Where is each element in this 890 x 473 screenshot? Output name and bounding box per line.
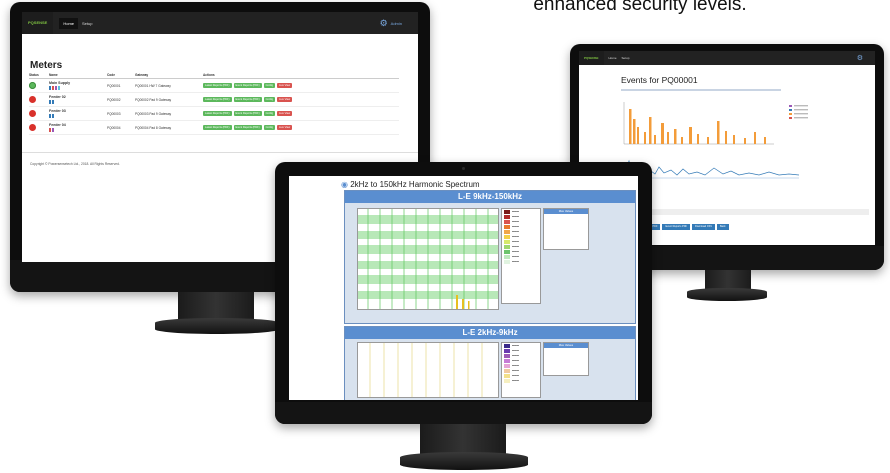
tag: ​ — [52, 114, 54, 118]
meter-gateway: PQ00004 Pad 8 Gateway — [135, 125, 172, 130]
live-view-button[interactable]: Live View — [277, 111, 293, 116]
table-row[interactable]: Feeder 03 ​​ PQ00003 PQ00003 Pad 9 Gatew… — [29, 107, 399, 121]
event-reports-button[interactable]: Event Reports (PDF) — [233, 125, 262, 130]
page-title: Meters — [30, 60, 63, 71]
events-bar-chart — [623, 102, 808, 145]
meter-gateway: PQ00001 HW 7 Gateway — [135, 83, 171, 88]
panel-2k-9k: L-E 2kHz-9kHz ▬▬▬ ▬▬▬ ▬▬▬ ▬▬▬ ▬▬▬ ▬▬▬ ▬▬… — [344, 326, 636, 400]
col-gateway: Gateway — [135, 73, 149, 77]
live-view-button[interactable]: Live View — [277, 125, 293, 130]
meter-gateway: PQ00002 Pad 9 Gateway — [135, 97, 172, 102]
user-icon[interactable]: ⚙ — [857, 54, 863, 62]
download-csv-button[interactable]: Download CSV — [692, 224, 715, 230]
meters-logo[interactable]: PQSENSE — [22, 12, 54, 34]
spectrum-plot — [357, 208, 499, 310]
monitor-harmonic: ◉ 2kHz to 150kHz Harmonic Spectrum L-E 9… — [275, 162, 652, 424]
tag: ​ — [49, 100, 51, 104]
status-alarm-icon — [29, 95, 36, 103]
live-view-button[interactable]: Live View — [277, 83, 293, 88]
harmonic-title-text: 2kHz to 150kHz Harmonic Spectrum — [350, 180, 480, 189]
user-menu[interactable]: Admin — [391, 21, 402, 26]
status-ok-icon — [29, 81, 36, 89]
config-button[interactable]: Config — [263, 111, 276, 116]
webcam — [462, 167, 465, 170]
status-alarm-icon — [29, 123, 36, 131]
back-button[interactable]: Back — [716, 224, 729, 230]
max-values-box: Max Values — [543, 208, 589, 250]
col-status: Status — [29, 73, 39, 77]
meter-code: PQ00002 — [107, 97, 121, 102]
max-values-box: Max Values — [543, 342, 589, 376]
live-view-button[interactable]: Live View — [277, 97, 293, 102]
spectrum-icon: ◉ — [341, 180, 348, 189]
monitor-harmonic-foot — [400, 452, 528, 470]
panel-title: L-E 9kHz-150kHz — [345, 191, 635, 203]
stats-header: Max Values — [544, 209, 588, 214]
harmonic-screen: ◉ 2kHz to 150kHz Harmonic Spectrum L-E 9… — [289, 176, 638, 400]
status-alarm-icon — [29, 109, 36, 117]
latest-reports-button[interactable]: Latest Reports (PDF) — [203, 125, 232, 130]
meter-name[interactable]: Main Supply — [49, 81, 70, 85]
meter-name[interactable]: Feeder 02 — [49, 95, 66, 99]
tag: ​ — [49, 128, 51, 132]
tag: ​ — [52, 128, 54, 132]
tag: ​ — [58, 86, 60, 90]
nav-setup[interactable]: Setup — [622, 56, 630, 60]
tag: ​ — [49, 86, 51, 90]
table-row[interactable]: Feeder 02 ​​ PQ00002 PQ00002 Pad 9 Gatew… — [29, 93, 399, 107]
events-title: Events for PQ00001 — [621, 75, 698, 85]
meter-code: PQ00003 — [107, 111, 121, 116]
panel-9k-150k: L-E 9kHz-150kHz ▬▬▬ ▬▬▬ ▬▬▬ ▬▬▬ ▬▬▬ ▬▬▬ … — [344, 190, 636, 324]
config-button[interactable]: Config — [263, 83, 276, 88]
tag: ​ — [52, 100, 54, 104]
latest-reports-button[interactable]: Latest Reports (PDF) — [203, 111, 232, 116]
monitor-events-foot — [687, 288, 767, 301]
table-row[interactable]: Feeder 04 ​​ PQ00004 PQ00004 Pad 8 Gatew… — [29, 121, 399, 135]
latest-reports-button[interactable]: Latest Reports (PDF) — [203, 97, 232, 102]
nav-setup[interactable]: Setup — [82, 21, 92, 26]
meters-table: Status Name Code Gateway Actions Main Su… — [29, 73, 399, 135]
col-code: Code — [107, 73, 115, 77]
events-navbar: PQSENSE Home Setup ⚙ — [579, 51, 875, 65]
event-reports-button[interactable]: Event Reports (PDF) — [233, 83, 262, 88]
events-subtitle — [621, 89, 781, 91]
stats-header: Max Values — [544, 343, 588, 348]
user-icon[interactable]: ⚙ — [380, 18, 388, 29]
config-button[interactable]: Config — [263, 97, 276, 102]
latest-reports-button[interactable]: Latest Reports (PDF) — [203, 83, 232, 88]
nav-home[interactable]: Home — [59, 17, 79, 29]
footer-copyright: Copyright © Powersensetech Ltd., 2018. A… — [30, 162, 120, 166]
event-reports-pdf-button[interactable]: Event Reports PDF — [662, 224, 691, 230]
meter-code: PQ00004 — [107, 125, 121, 130]
table-row[interactable]: Main Supply ​​​​ PQ00001 PQ00001 HW 7 Ga… — [29, 79, 399, 93]
nav-home[interactable]: Home — [609, 56, 617, 60]
meter-name[interactable]: Feeder 04 — [49, 123, 66, 127]
meter-name[interactable]: Feeder 03 — [49, 109, 66, 113]
spectrum-legend: ▬▬▬ ▬▬▬ ▬▬▬ ▬▬▬ ▬▬▬ ▬▬▬ ▬▬▬ ▬▬▬ ▬▬▬ ▬▬▬ … — [501, 208, 541, 304]
tag: ​ — [55, 86, 57, 90]
harmonic-title: ◉ 2kHz to 150kHz Harmonic Spectrum — [341, 180, 480, 189]
meter-gateway: PQ00003 Pad 9 Gateway — [135, 111, 172, 116]
caption-text: enhanced security levels. — [533, 0, 747, 15]
tag: ​ — [52, 86, 54, 90]
spectrum-legend: ▬▬▬ ▬▬▬ ▬▬▬ ▬▬▬ ▬▬▬ ▬▬▬ ▬▬▬ ▬▬▬ — [501, 342, 541, 398]
panel-title: L-E 2kHz-9kHz — [345, 327, 635, 339]
tag: ​ — [49, 114, 51, 118]
event-details — [619, 209, 869, 215]
event-reports-button[interactable]: Event Reports (PDF) — [233, 111, 262, 116]
meters-navbar: PQSENSE Home Setup ⚙ Admin — [22, 12, 418, 34]
spectrum-plot — [357, 342, 499, 398]
config-button[interactable]: Config — [263, 125, 276, 130]
meter-code: PQ00001 — [107, 83, 121, 88]
col-name: Name — [49, 73, 58, 77]
monitor-meters-foot — [155, 318, 279, 334]
col-actions: Actions — [203, 73, 215, 77]
events-logo[interactable]: PQSENSE — [579, 51, 604, 65]
event-reports-button[interactable]: Event Reports (PDF) — [233, 97, 262, 102]
